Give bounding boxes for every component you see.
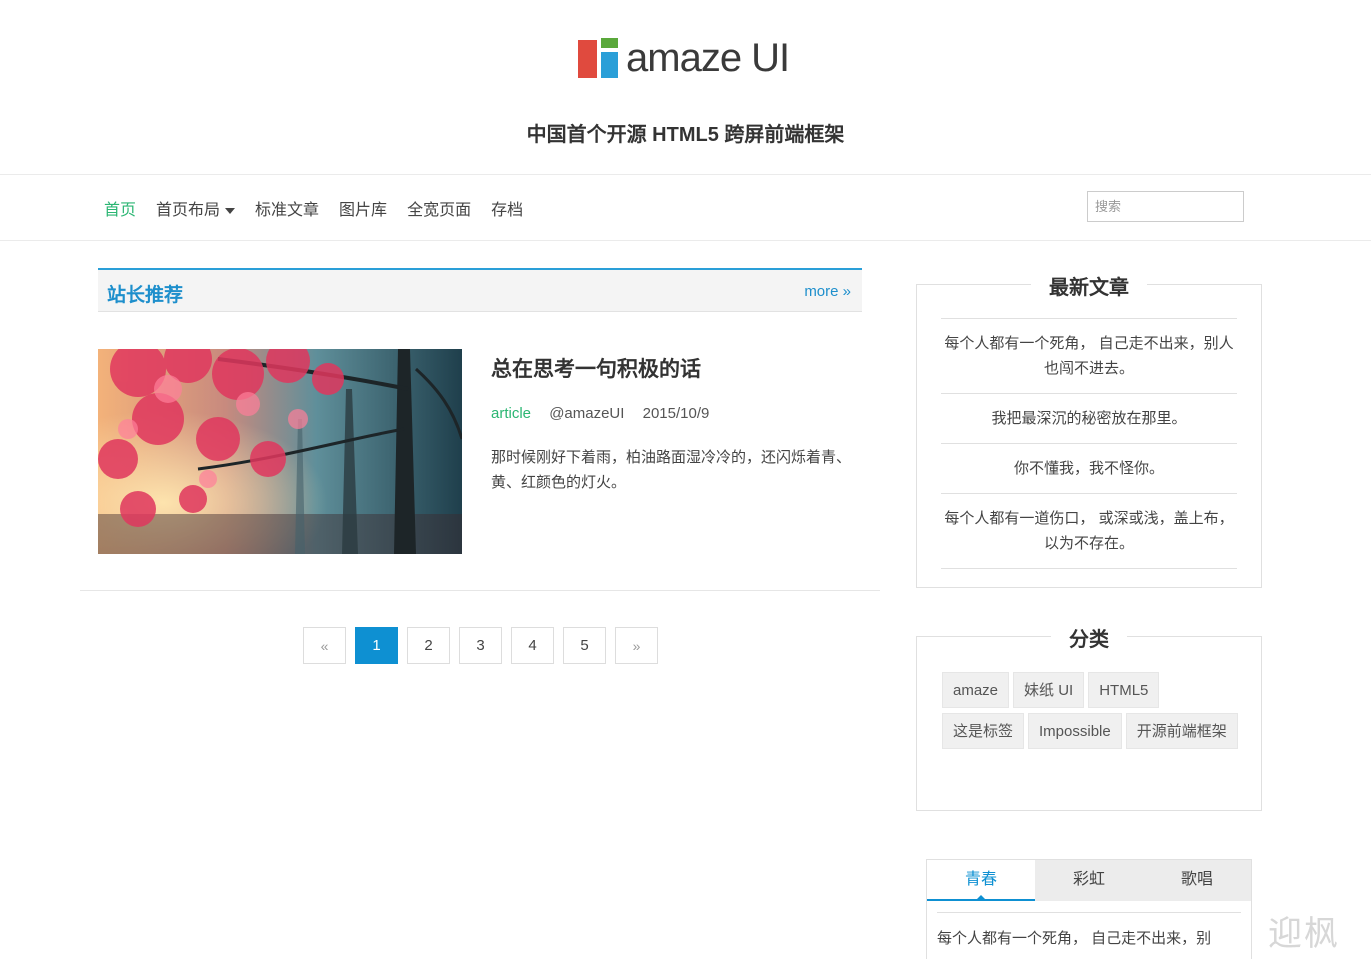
latest-posts-widget: 最新文章 每个人都有一个死角， 自己走不出来，别人也闯不进去。 我把最深沉的秘密… <box>916 277 1262 588</box>
tag-cloud: amaze 妹纸 UI HTML5 这是标签 Impossible 开源前端框架 <box>942 672 1242 754</box>
page-button-1[interactable]: 1 <box>355 627 398 664</box>
latest-posts-list: 每个人都有一个死角， 自己走不出来，别人也闯不进去。 我把最深沉的秘密放在那里。… <box>941 318 1237 569</box>
article-category[interactable]: article <box>491 405 531 422</box>
tag[interactable]: 开源前端框架 <box>1125 713 1238 749</box>
nav-item-full-width[interactable]: 全宽页面 <box>407 196 471 220</box>
logo-text: amaze UI <box>626 36 790 80</box>
nav-item-archive[interactable]: 存档 <box>491 196 523 220</box>
article-excerpt: 那时候刚好下着雨，柏油路面湿冷冷的，还闪烁着青、黄、红颜色的灯火。 <box>491 449 852 491</box>
list-item[interactable]: 每个人都有一个死角， 自己走不出来，别人也闯不进去。 <box>941 318 1237 393</box>
categories-widget: 分类 amaze 妹纸 UI HTML5 这是标签 Impossible 开源前… <box>916 629 1262 811</box>
logo-mark-icon <box>578 38 618 78</box>
search-input[interactable] <box>1087 191 1244 222</box>
article-thumbnail[interactable] <box>98 349 462 554</box>
nav-item-gallery[interactable]: 图片库 <box>339 196 387 220</box>
tab-content: 每个人都有一个死角， 自己走不出来，别 <box>937 912 1241 948</box>
nav-item-label: 首页布局 <box>156 202 221 219</box>
article-title[interactable]: 总在思考一句积极的话 <box>491 353 701 383</box>
page-button-2[interactable]: 2 <box>407 627 450 664</box>
list-item[interactable]: 你不懂我，我不怪你。 <box>941 443 1237 493</box>
page-button-3[interactable]: 3 <box>459 627 502 664</box>
tab-youth[interactable]: 青春 <box>927 860 1035 901</box>
list-item[interactable]: 每个人都有一道伤口， 或深或浅，盖上布，以为不存在。 <box>941 493 1237 569</box>
tab-bar: 青春 彩虹 歌唱 <box>927 860 1251 901</box>
site-logo[interactable]: amaze UI <box>578 36 790 80</box>
tag[interactable]: HTML5 <box>1088 672 1160 708</box>
article-divider <box>80 590 880 591</box>
nav-item-standard-article[interactable]: 标准文章 <box>255 196 319 220</box>
nav-divider <box>0 240 1371 241</box>
page-button-4[interactable]: 4 <box>511 627 554 664</box>
main-nav: 首页 首页布局 标准文章 图片库 全宽页面 存档 <box>94 190 533 226</box>
list-item[interactable]: 我把最深沉的秘密放在那里。 <box>941 393 1237 443</box>
tab-singing[interactable]: 歌唱 <box>1143 860 1251 901</box>
page-button-5[interactable]: 5 <box>563 627 606 664</box>
latest-posts-title: 最新文章 <box>1031 277 1147 299</box>
pagination: « 1 2 3 4 5 » <box>303 627 667 664</box>
tag[interactable]: Impossible <box>1028 713 1122 749</box>
article-meta: article @amazeUI 2015/10/9 <box>491 405 709 422</box>
nav-item-home-layout[interactable]: 首页布局 <box>156 196 236 220</box>
tab-rainbow[interactable]: 彩虹 <box>1035 860 1143 901</box>
tag[interactable]: 妹纸 UI <box>1013 672 1085 708</box>
categories-title: 分类 <box>1051 629 1127 651</box>
more-link[interactable]: more » <box>804 283 851 300</box>
recommend-bar: 站长推荐 more » <box>98 268 862 312</box>
tabs-widget: 青春 彩虹 歌唱 每个人都有一个死角， 自己走不出来，别 <box>926 859 1252 959</box>
prev-page-button[interactable]: « <box>303 627 346 664</box>
watermark-text: 迎枫 <box>1268 914 1340 954</box>
recommend-title: 站长推荐 <box>107 285 184 306</box>
article-date: 2015/10/9 <box>642 405 710 422</box>
forest-image <box>98 349 462 554</box>
tag[interactable]: 这是标签 <box>942 713 1025 749</box>
nav-item-home[interactable]: 首页 <box>104 196 136 220</box>
next-page-button[interactable]: » <box>615 627 658 664</box>
caret-down-icon <box>225 207 236 214</box>
tag[interactable]: amaze <box>942 672 1010 708</box>
article-author: @amazeUI <box>549 405 625 422</box>
site-tagline: 中国首个开源 HTML5 跨屏前端框架 <box>526 124 845 146</box>
header-divider <box>0 174 1371 175</box>
